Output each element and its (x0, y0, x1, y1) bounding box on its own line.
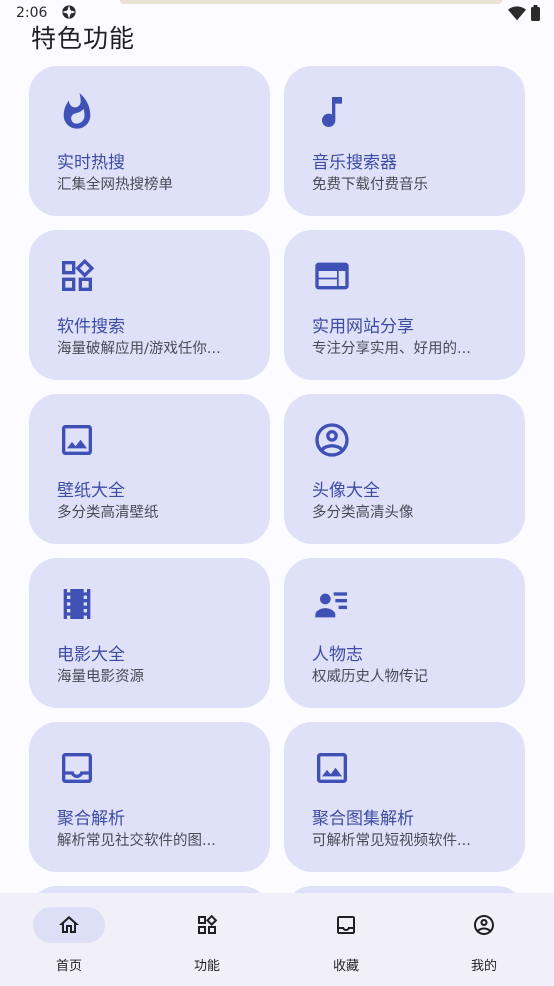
fire-icon (63, 93, 91, 129)
card-subtitle: 海量电影资源 (57, 669, 144, 685)
card-avatars[interactable]: 头像大全 多分类高清头像 (284, 394, 525, 544)
card-album-parse[interactable]: 聚合图集解析 可解析常见短视频软件... (284, 722, 525, 872)
web-icon (315, 262, 349, 290)
card-title: 人物志 (312, 645, 363, 665)
card-hot-search[interactable]: 实时热搜 汇集全网热搜榜单 (29, 66, 270, 216)
nav-label: 我的 (470, 959, 497, 974)
card-subtitle: 多分类高清壁纸 (57, 505, 159, 521)
card-subtitle: 解析常见社交软件的图... (57, 833, 216, 849)
card-website-share[interactable]: 实用网站分享 专注分享实用、好用的... (284, 230, 525, 380)
card-title: 电影大全 (57, 645, 125, 665)
avatar-icon (315, 423, 349, 457)
person-list-icon (315, 592, 347, 618)
film-icon (63, 589, 91, 619)
inbox-icon (337, 916, 355, 934)
battery-icon (531, 5, 540, 21)
apps-icon (62, 258, 95, 291)
nav-favorites[interactable]: 收藏 (277, 893, 415, 986)
card-subtitle: 多分类高清头像 (312, 505, 414, 521)
card-title: 聚合解析 (57, 809, 125, 829)
card-title: 壁纸大全 (57, 481, 125, 501)
card-music-search[interactable]: 音乐搜索器 免费下载付费音乐 (284, 66, 525, 216)
nav-profile[interactable]: 我的 (415, 893, 553, 986)
card-subtitle: 海量破解应用/游戏任你... (57, 341, 221, 357)
nav-label: 首页 (55, 959, 82, 974)
image-icon (317, 753, 347, 783)
apps-icon (198, 914, 218, 934)
music-note-icon (322, 97, 342, 127)
image-icon (62, 425, 92, 455)
card-title: 实用网站分享 (312, 317, 414, 337)
nav-label: 功能 (193, 959, 220, 974)
avatar-icon (474, 915, 494, 935)
card-subtitle: 免费下载付费音乐 (312, 177, 428, 193)
card-biographies[interactable]: 人物志 权威历史人物传记 (284, 558, 525, 708)
card-subtitle: 权威历史人物传记 (312, 669, 428, 685)
bottom-navigation: 首页 功能 收藏 我的 (0, 893, 554, 986)
nav-label: 收藏 (332, 959, 359, 974)
card-subtitle: 汇集全网热搜榜单 (57, 177, 173, 193)
card-wallpapers[interactable]: 壁纸大全 多分类高清壁纸 (29, 394, 270, 544)
card-movies[interactable]: 电影大全 海量电影资源 (29, 558, 270, 708)
nav-home[interactable]: 首页 (0, 893, 138, 986)
section-title: 特色功能 (31, 24, 136, 53)
card-title: 音乐搜索器 (312, 153, 397, 173)
card-title: 聚合图集解析 (312, 809, 414, 829)
card-title: 头像大全 (312, 481, 380, 501)
card-aggregate-parse[interactable]: 聚合解析 解析常见社交软件的图... (29, 722, 270, 872)
card-subtitle: 专注分享实用、好用的... (312, 341, 471, 357)
inbox-icon (62, 753, 92, 783)
settings-status-icon (62, 5, 76, 19)
nav-features[interactable]: 功能 (138, 893, 276, 986)
card-software-search[interactable]: 软件搜索 海量破解应用/游戏任你... (29, 230, 270, 380)
card-title: 实时热搜 (57, 153, 125, 173)
card-subtitle: 可解析常见短视频软件... (312, 833, 471, 849)
card-title: 软件搜索 (57, 317, 125, 337)
wifi-icon (508, 6, 526, 21)
home-icon (59, 916, 79, 933)
